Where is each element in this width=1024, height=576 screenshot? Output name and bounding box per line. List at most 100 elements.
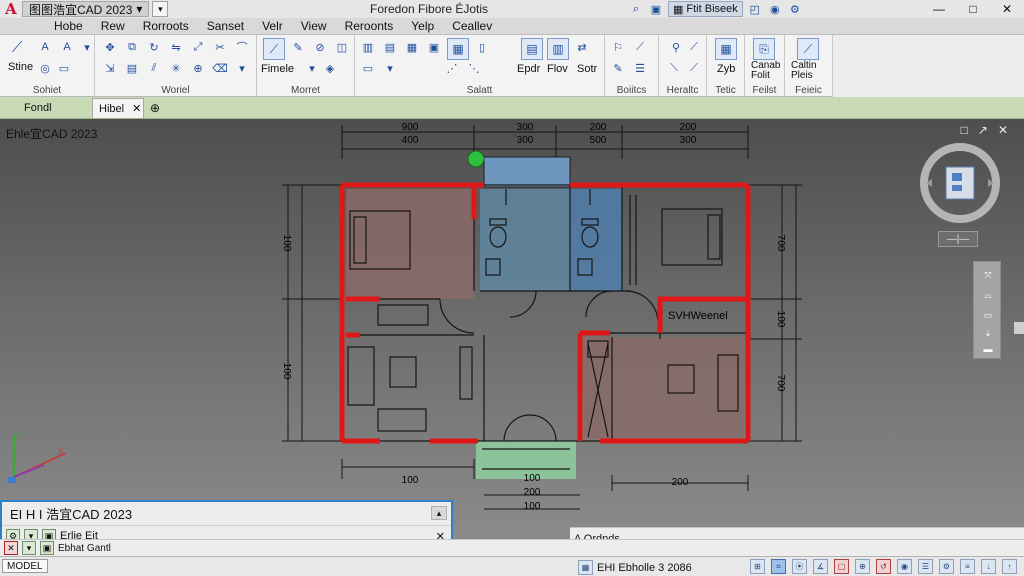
fimele-label[interactable]: Fimele [261, 63, 294, 75]
group-edit-icon[interactable]: ⟍ [667, 61, 681, 75]
expand-icon[interactable]: ↗ [978, 123, 988, 137]
balcony-top[interactable] [483, 156, 571, 188]
menu-item-rorroots[interactable]: Rorroots [134, 19, 198, 33]
menu-item-ceallev[interactable]: Ceallev [443, 19, 501, 33]
expand-icon[interactable]: ▴ [431, 506, 447, 520]
ortho-toggle-icon[interactable]: ⦿ [792, 559, 807, 574]
fullscreen-icon[interactable]: ↑ [1002, 559, 1017, 574]
user-icon[interactable]: ▣ [648, 1, 664, 17]
layer-freeze-icon[interactable]: ◫ [335, 40, 349, 54]
copy-icon[interactable]: ⧉ [125, 40, 139, 54]
erase-icon[interactable]: ⌫ [212, 61, 228, 75]
circle-icon[interactable]: ◎ [38, 61, 52, 75]
offset-icon[interactable]: ⫽ [147, 61, 161, 75]
block-icon[interactable]: ▥ [361, 40, 375, 54]
pan-icon[interactable]: ⤧ [982, 270, 994, 280]
join-icon[interactable]: ⊕ [191, 61, 205, 75]
steering-icon[interactable]: ▬ [982, 344, 994, 354]
layer-state-icon[interactable]: ⊘ [313, 40, 327, 54]
wcs-menu[interactable]: —|— [938, 231, 978, 247]
arc-icon[interactable]: A [60, 40, 74, 54]
menu-item-yelp[interactable]: Yelp [402, 19, 443, 33]
restore-icon[interactable]: □ [961, 123, 968, 137]
annotation-scale-icon[interactable]: ↓ [981, 559, 996, 574]
app-logo[interactable]: A [0, 0, 22, 18]
fillet-icon[interactable]: ⌒ [235, 40, 249, 54]
menu-item-reroonts[interactable]: Reroonts [336, 19, 403, 33]
layer-match-icon[interactable]: ▾ [305, 61, 319, 75]
lineweight-toggle-icon[interactable]: ↺ [876, 559, 891, 574]
tab-hibel[interactable]: Hibel ✕ [92, 98, 144, 118]
zyb-label[interactable]: Zyb [717, 63, 735, 75]
chevron-down-icon[interactable]: ▾ [383, 61, 397, 75]
scroll-handle[interactable] [1014, 322, 1024, 334]
viewcube[interactable] [918, 141, 1002, 225]
layer-iso-icon[interactable]: ◈ [323, 61, 337, 75]
menu-item-rew[interactable]: Rew [92, 19, 134, 33]
mirror-icon[interactable]: ⇋ [169, 40, 183, 54]
sotr-label[interactable]: Sotr [577, 63, 597, 75]
chevron-down-icon[interactable]: ▾ [136, 2, 142, 16]
transparency-toggle-icon[interactable]: ◉ [897, 559, 912, 574]
bathroom-1[interactable] [480, 189, 570, 291]
polyline-icon[interactable]: A [38, 40, 52, 54]
epdr-label[interactable]: Epdr [517, 63, 540, 75]
ungroup-icon[interactable]: ⟋ [687, 40, 701, 54]
rotate-icon[interactable]: ↻ [147, 40, 161, 54]
properties-icon[interactable]: ⚐ [611, 40, 625, 54]
minimize-icon[interactable]: — [922, 0, 956, 18]
menu-item-sanset[interactable]: Sanset [198, 19, 253, 33]
layer-icon[interactable]: ✎ [291, 40, 305, 54]
drawing-canvas[interactable]: Ehle宜CAD 2023 □ ↗ ✕ 900 300 200 200 400 … [0, 119, 1024, 556]
insert-icon[interactable]: ▤ [383, 40, 397, 54]
tab-fondl[interactable]: Fondl [0, 98, 92, 118]
utility-icon[interactable]: ▦ [715, 38, 737, 60]
trim-icon[interactable]: ✂ [213, 40, 227, 54]
store-icon[interactable]: ◰ [747, 1, 763, 17]
explode-icon[interactable]: ✳ [169, 61, 183, 75]
share-box[interactable]: ▦ Ftit Biseek [668, 1, 743, 17]
paint-icon[interactable]: ✎ [611, 61, 625, 75]
chevron-down-icon[interactable]: ▾ [80, 40, 94, 54]
close-icon[interactable]: ✕ [132, 102, 141, 115]
workspace-icon[interactable]: ⚙ [939, 559, 954, 574]
stretch-icon[interactable]: ⇲ [103, 61, 117, 75]
line-tool-icon[interactable]: ⟋ [10, 39, 24, 56]
group-select-icon[interactable]: ⟋ [687, 61, 701, 75]
measure-icon[interactable]: ⋰ [445, 61, 459, 75]
list-icon[interactable]: ☰ [633, 61, 647, 75]
chevron-down-icon[interactable]: ▾ [235, 61, 249, 75]
floor-plan[interactable]: 900 300 200 200 400 300 500 300 100 100 … [270, 119, 810, 519]
account-icon[interactable]: ◉ [767, 1, 783, 17]
menu-item-velr[interactable]: Velr [253, 19, 292, 33]
maximize-icon[interactable]: □ [956, 0, 990, 18]
help-icon[interactable]: ⚙ [787, 1, 803, 17]
grid-toggle-icon[interactable]: ⊞ [750, 559, 765, 574]
app-title-tab[interactable]: 图图浩宜CAD 2023 ▾ [22, 1, 150, 17]
close-icon[interactable]: ✕ [998, 123, 1008, 137]
menu-item-view[interactable]: View [292, 19, 336, 33]
dimension-icon[interactable]: ▤ [521, 38, 543, 60]
chevron-down-icon[interactable]: ▾ [22, 541, 36, 555]
customize-icon[interactable]: ≡ [960, 559, 975, 574]
scale-icon[interactable]: ⤢ [191, 40, 205, 54]
viewport-label[interactable]: Ehle宜CAD 2023 [6, 125, 97, 142]
group-icon[interactable]: ▦ [447, 38, 469, 60]
attribute-icon[interactable]: ▦ [405, 40, 419, 54]
otrack-toggle-icon[interactable]: ⊕ [855, 559, 870, 574]
command-input-label[interactable]: Ebhat Gantl [58, 543, 111, 554]
view-icon[interactable]: ⟋ [797, 38, 819, 60]
clipboard-icon[interactable]: ⎘ [753, 38, 775, 60]
table-icon[interactable]: ▣ [427, 40, 441, 54]
leader-icon[interactable]: ▥ [547, 38, 569, 60]
command-line[interactable]: ✕ ▾ ▣ Ebhat Gantl [0, 539, 1024, 556]
rect-icon[interactable]: ▭ [57, 61, 71, 75]
array-icon[interactable]: ▤ [125, 61, 139, 75]
align-icon[interactable]: ▭ [361, 61, 375, 75]
mtext-icon[interactable]: ⇄ [575, 40, 589, 54]
showmotion-icon[interactable]: ⇣ [982, 328, 994, 338]
zoom-icon[interactable]: ⌓ [982, 290, 994, 300]
model-tab[interactable]: MODEL [2, 559, 48, 573]
prompt-icon[interactable]: ▣ [40, 541, 54, 555]
new-tab-icon[interactable]: ⊕ [144, 98, 166, 118]
